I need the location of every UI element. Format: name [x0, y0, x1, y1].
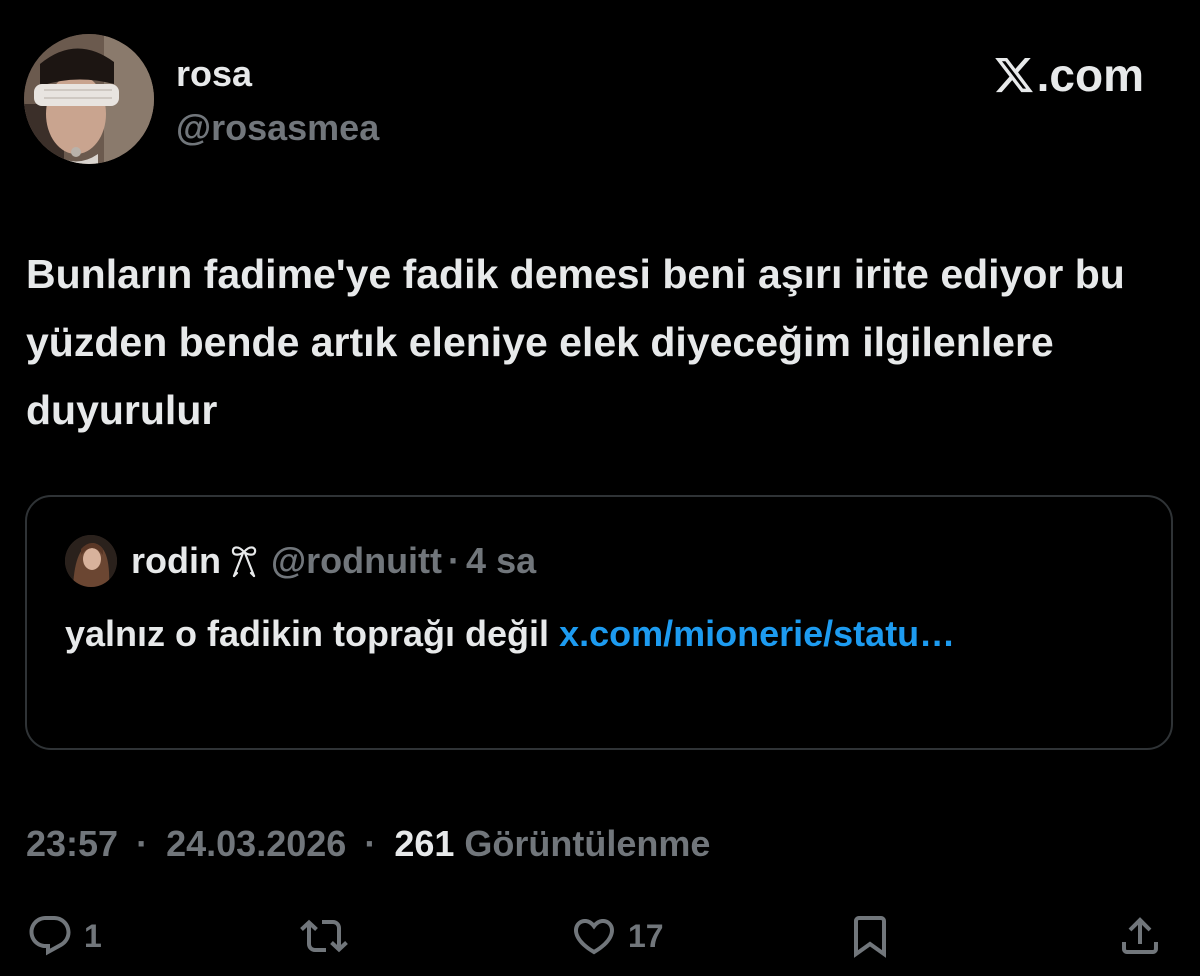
x-logo-icon: [994, 57, 1033, 93]
brand-logo: .com: [993, 48, 1144, 102]
bookmark-icon: [854, 916, 886, 958]
share-button[interactable]: [1116, 906, 1164, 966]
quoted-author-avatar-image: [65, 535, 117, 587]
action-bar: 1 17: [0, 906, 1200, 966]
quoted-tweet-header: rodin @rodnuitt · 4 sa: [65, 533, 536, 589]
bookmark-button[interactable]: [846, 906, 894, 966]
reply-count: 1: [84, 917, 102, 954]
author-handle[interactable]: @rosasmea: [176, 106, 379, 150]
repost-button[interactable]: [300, 906, 348, 966]
tweet-time[interactable]: 23:57: [26, 823, 118, 864]
brand-label: .com: [1036, 49, 1144, 101]
views-count: 261: [394, 823, 455, 864]
like-count: 17: [628, 917, 664, 954]
heart-icon: [573, 919, 615, 955]
tweet-date[interactable]: 24.03.2026: [166, 823, 346, 864]
quoted-author-handle[interactable]: @rodnuitt: [271, 540, 442, 582]
ribbon-bow-icon: [231, 546, 257, 578]
quoted-author-avatar[interactable]: [65, 535, 117, 587]
quoted-separator-dot: ·: [448, 540, 461, 581]
meta-separator: ·: [136, 823, 149, 864]
author-avatar-image: [24, 34, 154, 164]
meta-separator: ·: [364, 823, 377, 864]
reply-button[interactable]: 1: [26, 906, 102, 966]
like-button[interactable]: 17: [570, 906, 664, 966]
repost-icon: [300, 919, 348, 953]
share-icon: [1122, 917, 1158, 954]
reply-icon: [29, 916, 71, 956]
quoted-author-name[interactable]: rodin: [131, 540, 221, 582]
views-label: Görüntülenme: [464, 823, 711, 864]
quoted-tweet-card[interactable]: rodin @rodnuitt · 4 sa yalnız o fadikin …: [25, 495, 1173, 750]
tweet-meta: 23:57 · 24.03.2026 · 261 Görüntülenme: [26, 820, 710, 868]
author-avatar[interactable]: [24, 34, 154, 164]
quoted-timestamp[interactable]: 4 sa: [466, 540, 536, 582]
author-name[interactable]: rosa: [176, 52, 252, 96]
quoted-tweet-text: yalnız o fadikin toprağı değil x.com/mio…: [65, 605, 1125, 662]
quoted-tweet-link[interactable]: x.com/mionerie/statu…: [559, 613, 955, 654]
tweet-text: Bunların fadime'ye fadik demesi beni aşı…: [26, 251, 1125, 433]
quoted-text-body: yalnız o fadikin toprağı değil: [65, 613, 560, 654]
